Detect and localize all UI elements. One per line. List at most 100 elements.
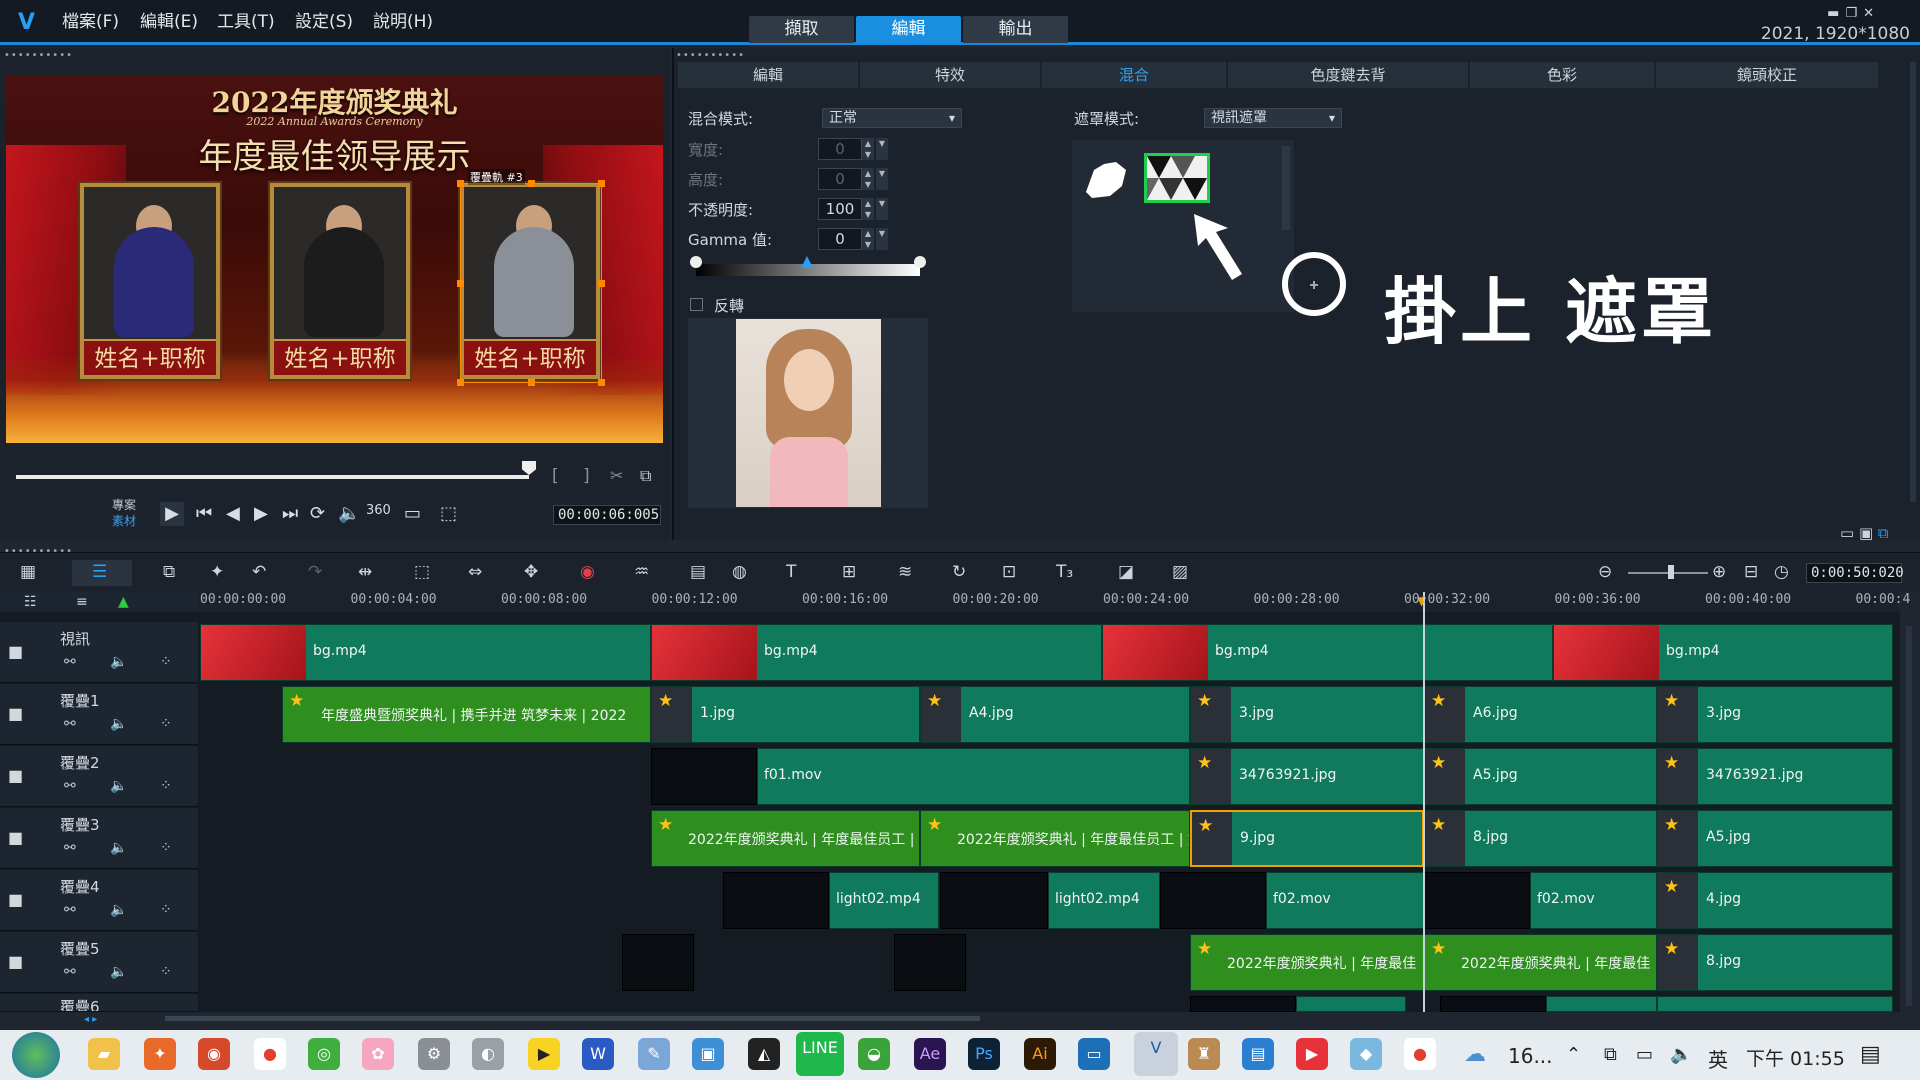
title-clip[interactable]: ★ 2022年度颁奖典礼 | 年度最佳员工 | 姓 [651,810,920,867]
overlay-clip[interactable]: f02.mov [1266,872,1424,929]
track-header-overlay-1[interactable]: ■ 覆疊1 ⚯ 🔈 ⁘ [0,684,198,745]
tab-blending[interactable]: 混合 [1042,62,1226,88]
media-player-icon[interactable]: ▶ [528,1038,560,1070]
height-stepper[interactable]: ▲ ▼ [862,168,874,190]
height-input[interactable]: 0 [818,168,862,190]
copy-attributes-icon[interactable]: ⧉ [163,562,175,582]
resize-handle[interactable] [528,180,535,187]
link-icon[interactable]: ⚯ [64,964,76,980]
playhead[interactable] [1423,592,1425,1012]
width-stepper[interactable]: ▲ ▼ [862,138,874,160]
app-icon[interactable]: ♜ [1188,1038,1220,1070]
overlay-clip-dark[interactable] [1160,872,1266,929]
menu-edit[interactable]: 編輯(E) [140,10,198,34]
rotate-icon[interactable]: ↻ [952,562,966,582]
overlay-clip[interactable]: ★ 8.jpg [1657,934,1893,991]
mask-thumbnail-triangles[interactable] [1144,153,1210,203]
timeline-vscrollbar[interactable] [1906,626,1912,1006]
resize-handle[interactable] [528,379,535,386]
videostudio-icon[interactable]: V [1134,1032,1178,1076]
overlay-clip[interactable] [1546,996,1657,1012]
app-icon[interactable]: ▭ [1078,1038,1110,1070]
close-icon[interactable]: ✕ [1863,6,1880,21]
ripple-icon[interactable]: ⁘ [160,716,172,732]
resize-handle[interactable] [457,280,464,287]
storyboard-view-icon[interactable]: ▦ [20,562,36,582]
chrome-icon[interactable]: ● [254,1038,286,1070]
app-icon[interactable]: ✎ [638,1038,670,1070]
multicam-icon[interactable]: ▤ [690,562,706,582]
add-mask-button[interactable] [1276,252,1352,316]
track-header-overlay-4[interactable]: ■ 覆疊4 ⚯ 🔈 ⁘ [0,870,198,931]
video-clip[interactable]: bg.mp4 [1102,624,1553,681]
resize-handle[interactable] [598,180,605,187]
scroll-left-icon[interactable]: ◂ ▸ [84,1014,97,1025]
zoom-in-icon[interactable]: ⊕ [1712,562,1726,582]
resize-handle[interactable] [457,379,464,386]
gamma-max-handle[interactable] [914,256,926,268]
gamma-input[interactable]: 0 [818,228,862,250]
overlay-clip-dark[interactable] [651,748,757,805]
mute-icon[interactable]: 🔈 [110,778,127,794]
menu-settings[interactable]: 設定(S) [295,10,353,34]
title-clip[interactable]: ★ 年度盛典暨颁奖典礼 | 携手并进 筑梦未来 | 2022 [282,686,651,743]
app-icon[interactable]: ▤ [1242,1038,1274,1070]
preview-screen[interactable]: 2022年度颁奖典礼 2022 Annual Awards Ceremony 年… [6,75,663,443]
overlay-clip-dark[interactable] [1440,996,1546,1012]
selected-overlay-clip[interactable]: ★ 9.jpg [1190,810,1424,867]
network-icon[interactable]: ▭ [1636,1044,1653,1065]
zoom-out-icon[interactable]: ⊖ [1598,562,1612,582]
gamma-dropdown-icon[interactable]: ▼ [876,228,888,250]
app-icon[interactable]: ◉ [198,1038,230,1070]
app-icon[interactable]: ◆ [1350,1038,1382,1070]
link-icon[interactable]: ⚯ [64,840,76,856]
selection-mode-icon[interactable]: ⬚ [440,503,457,524]
project-label[interactable]: 專案 [112,497,136,513]
resize-handle[interactable] [598,280,605,287]
ripple-icon[interactable]: ⁘ [160,902,172,918]
next-frame-icon[interactable]: ▶ [254,503,268,524]
opacity-input[interactable]: 100 [818,198,862,220]
mask-creator-icon[interactable]: ◪ [1118,562,1134,582]
overlay-clip[interactable]: ★ 34763921.jpg [1657,748,1893,805]
photos-icon[interactable]: ▣ [692,1038,724,1070]
3d-title-icon[interactable]: T₃ [1056,562,1073,582]
mute-icon[interactable]: 🔈 [110,902,127,918]
word-icon[interactable]: W [582,1038,614,1070]
mute-icon[interactable]: 🔈 [110,654,127,670]
link-icon[interactable]: ⚯ [64,716,76,732]
redo-icon[interactable]: ↷ [308,562,322,582]
overlay-clip[interactable]: light02.mp4 [1048,872,1160,929]
play-icon[interactable]: ▶ [160,502,184,526]
overlay-clip[interactable]: ★ 8.jpg [1424,810,1657,867]
track-manager-icon[interactable]: ☷ [24,594,37,610]
track-header-overlay-3[interactable]: ■ 覆疊3 ⚯ 🔈 ⁘ [0,808,198,869]
after-effects-icon[interactable]: Ae [914,1038,946,1070]
crop-icon[interactable]: ⬚ [414,562,430,582]
aspect-ratio-icon[interactable]: ▭ [404,503,421,524]
tray-app-icon[interactable]: ⧉ [1604,1044,1617,1065]
opacity-dropdown-icon[interactable]: ▼ [876,198,888,220]
overlay-clip-dark[interactable] [1424,872,1530,929]
window-controls[interactable]: ▬❐✕ [1827,6,1880,21]
clip-label[interactable]: 素材 [112,513,136,529]
settings-icon[interactable]: ⚙ [418,1038,450,1070]
app-icon[interactable]: ▶ [1296,1038,1328,1070]
mute-icon[interactable]: 🔈 [110,964,127,980]
zoom-slider-thumb[interactable] [1668,565,1674,579]
motion-tracking-icon[interactable]: ◉ [580,562,595,582]
end-icon[interactable]: ⏭ [282,503,298,524]
height-dropdown-icon[interactable]: ▼ [876,168,888,190]
preview-scrubber[interactable] [16,475,529,479]
ripple-icon[interactable]: ⁘ [160,964,172,980]
timeline-view-icon[interactable]: ☰ [92,562,107,582]
overlay-clip[interactable]: ★ 1.jpg [651,686,920,743]
overlay-clip[interactable]: ★ A5.jpg [1657,810,1893,867]
overlay-clip[interactable]: f01.mov [757,748,1190,805]
trim-icon[interactable]: ⇔ [468,562,482,582]
tab-share[interactable]: 輸出 [963,16,1068,43]
ripple-icon[interactable]: ⁘ [160,778,172,794]
clock[interactable]: 下午 01:55 [1746,1044,1845,1071]
opacity-stepper[interactable]: ▲ ▼ [862,198,874,220]
overlay-clip-dark[interactable] [622,934,694,991]
